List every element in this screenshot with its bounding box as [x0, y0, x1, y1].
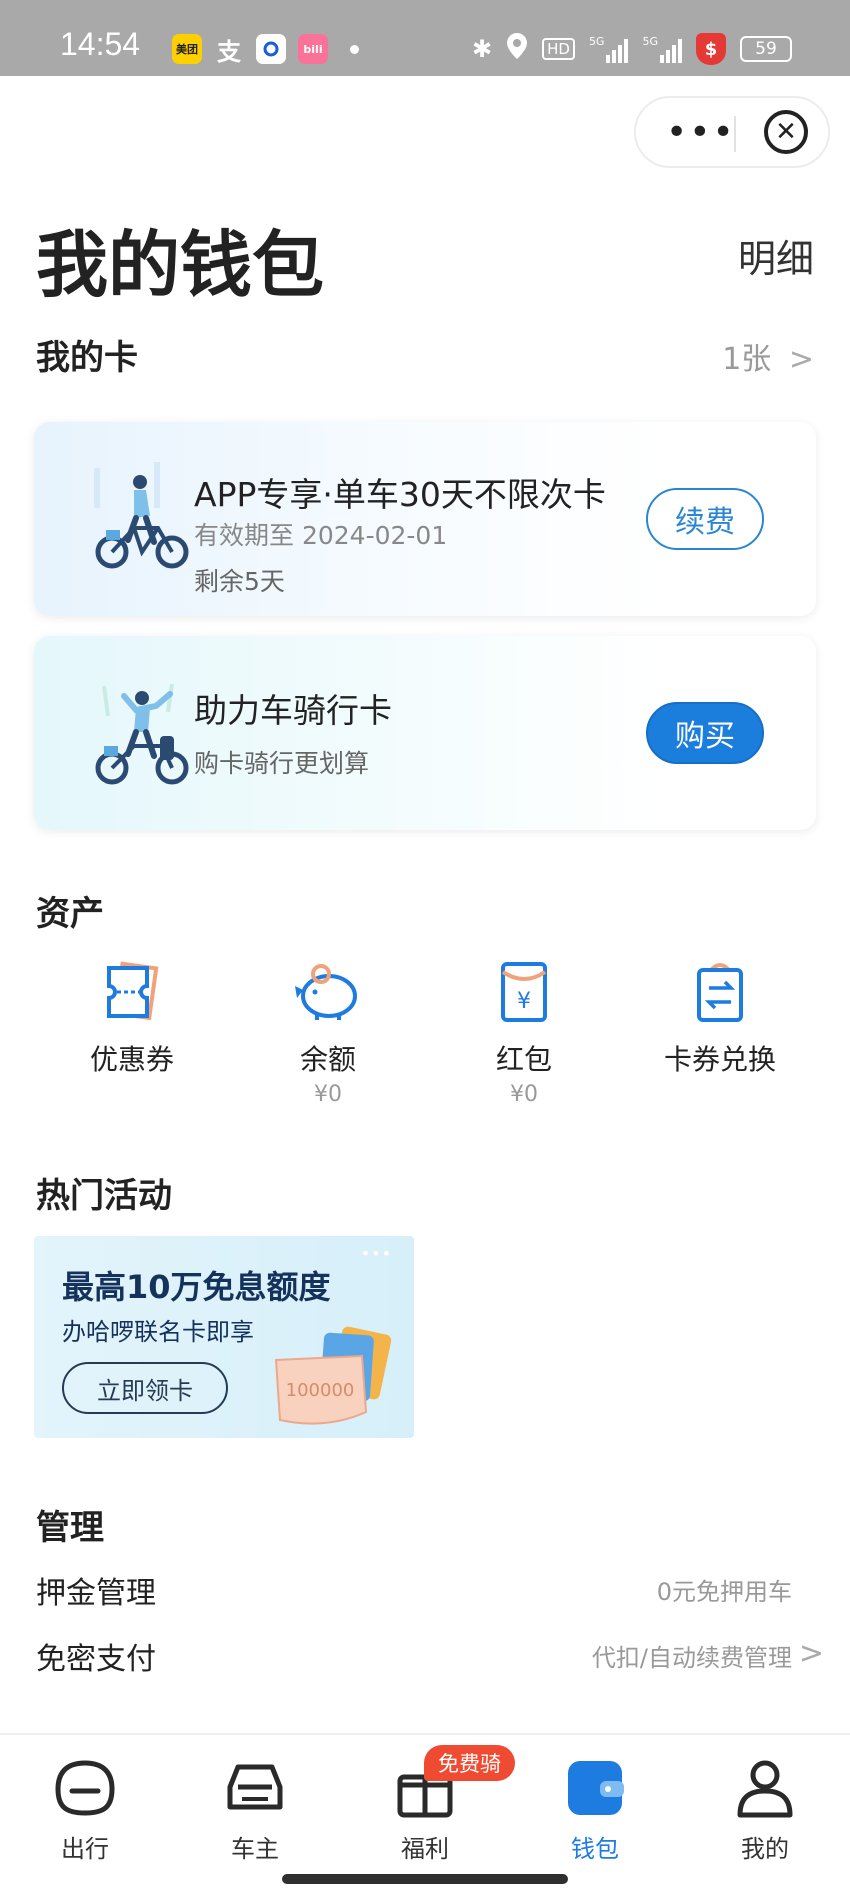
- asset-red-packet-label: 红包: [495, 1043, 552, 1076]
- tab-car-owner-label: 车主: [231, 1835, 279, 1863]
- capsule-divider: [734, 116, 736, 152]
- my-cards-count: 1张: [722, 342, 772, 377]
- password-free-payment-value: 代扣/自动续费管理: [591, 1644, 792, 1672]
- hd-icon: HD: [542, 38, 575, 60]
- promo-amount: 100000: [286, 1380, 355, 1401]
- promo-more-icon: •••: [360, 1244, 392, 1263]
- wallet-icon: [568, 1761, 624, 1815]
- ebike-card-subtitle: 购卡骑行更划算: [194, 749, 370, 778]
- asset-exchange-label: 卡券兑换: [663, 1043, 776, 1076]
- exchange-bag-icon: [697, 963, 743, 1022]
- buy-button[interactable]: 购买: [646, 702, 764, 764]
- ebike-card-title: 助力车骑行卡: [194, 691, 392, 730]
- assets-title: 资产: [36, 894, 104, 934]
- svg-text:¥: ¥: [517, 989, 531, 1014]
- asset-balance-label: 余额: [299, 1043, 356, 1076]
- hot-activities-title: 热门活动: [36, 1176, 172, 1216]
- meituan-icon: 美团: [172, 34, 202, 64]
- password-free-payment-row[interactable]: 免密支付 代扣/自动续费管理 >: [36, 1634, 826, 1684]
- status-time: 14:54: [60, 26, 141, 62]
- deposit-management-row[interactable]: 押金管理 0元免押用车: [36, 1568, 826, 1618]
- car-icon: [227, 1764, 283, 1810]
- tab-benefits-label: 福利: [401, 1835, 449, 1863]
- deposit-management-value: 0元免押用车: [656, 1578, 792, 1606]
- assets-grid: 优惠券 余额 ¥0 ¥ 红包 ¥0 卡券兑换: [0, 960, 850, 1110]
- page-title: 我的钱包: [36, 223, 325, 307]
- free-ride-badge: 免费骑: [424, 1745, 515, 1781]
- chevron-right-icon: >: [788, 342, 814, 377]
- asset-red-packet[interactable]: ¥ 红包 ¥0: [424, 960, 624, 1107]
- cyclist-illustration-icon: [94, 462, 189, 569]
- my-cards-title: 我的卡: [36, 338, 138, 378]
- asset-coupon[interactable]: 优惠券: [32, 960, 232, 1078]
- tab-car-owner[interactable]: 车主: [190, 1757, 320, 1864]
- signal-icon-2: 5G: [642, 35, 682, 63]
- asset-balance-value: ¥0: [314, 1082, 342, 1107]
- my-cards-count-link[interactable]: 1张 >: [722, 334, 814, 378]
- security-shield-icon: $: [696, 33, 726, 65]
- asset-coupon-label: 优惠券: [89, 1043, 174, 1076]
- tab-travel[interactable]: 出行: [20, 1757, 150, 1864]
- asset-red-packet-value: ¥0: [510, 1082, 538, 1107]
- bike-card-remaining: 剩余5天: [194, 567, 285, 596]
- tab-profile-label: 我的: [741, 1835, 789, 1863]
- red-packet-icon: ¥: [501, 962, 547, 1022]
- detail-link[interactable]: 明细: [738, 228, 814, 283]
- credit-card-illustration-icon: 100000: [274, 1326, 392, 1425]
- miniprogram-capsule: ••• ✕: [634, 96, 830, 168]
- location-icon: [506, 32, 528, 66]
- ebike-rider-illustration-icon: [95, 683, 189, 785]
- notification-dot-icon: [350, 45, 359, 54]
- close-icon[interactable]: ✕: [764, 110, 808, 154]
- asset-balance[interactable]: 余额 ¥0: [228, 960, 428, 1107]
- piggy-bank-icon: [295, 964, 357, 1020]
- travel-icon: [55, 1760, 115, 1816]
- alipay-icon: 支: [217, 37, 241, 66]
- profile-icon: [737, 1760, 793, 1818]
- management-title: 管理: [36, 1508, 104, 1548]
- tab-travel-label: 出行: [61, 1835, 109, 1863]
- password-free-payment-label: 免密支付: [36, 1642, 156, 1677]
- deposit-management-label: 押金管理: [36, 1576, 156, 1611]
- promo-subtitle: 办哈啰联名卡即享: [62, 1318, 254, 1346]
- status-right: ✱ HD 5G 5G $ 59: [472, 32, 792, 66]
- bike-card-title: APP专享·单车30天不限次卡: [194, 475, 606, 514]
- tab-profile[interactable]: 我的: [700, 1757, 830, 1864]
- battery-icon: 59: [740, 36, 792, 62]
- promo-title: 最高10万免息额度: [62, 1268, 331, 1306]
- status-bar: 14:54 美团 支 bili ✱ HD 5G 5G $ 59: [0, 0, 850, 76]
- promo-banner[interactable]: ••• 最高10万免息额度 办哈啰联名卡即享 立即领卡 100000: [34, 1236, 414, 1438]
- tab-wallet-label: 钱包: [571, 1835, 619, 1863]
- app-circle-icon: [256, 34, 286, 64]
- asset-exchange[interactable]: 卡券兑换: [620, 960, 820, 1078]
- bluetooth-icon: ✱: [471, 35, 493, 63]
- get-card-button[interactable]: 立即领卡: [62, 1362, 228, 1414]
- bike-card-expiry: 有效期至 2024-02-01: [194, 521, 448, 550]
- bike-card[interactable]: APP专享·单车30天不限次卡 有效期至 2024-02-01 剩余5天 续费: [34, 422, 816, 616]
- chevron-right-icon: >: [798, 1636, 824, 1671]
- home-indicator[interactable]: [282, 1874, 568, 1884]
- renew-button[interactable]: 续费: [646, 488, 764, 550]
- more-options-icon[interactable]: •••: [666, 112, 736, 153]
- bilibili-icon: bili: [298, 34, 328, 64]
- tab-wallet[interactable]: 钱包: [530, 1757, 660, 1864]
- ebike-card[interactable]: 助力车骑行卡 购卡骑行更划算 购买: [34, 636, 816, 830]
- coupon-icon: [107, 961, 159, 1021]
- signal-icon-1: 5G: [589, 35, 629, 63]
